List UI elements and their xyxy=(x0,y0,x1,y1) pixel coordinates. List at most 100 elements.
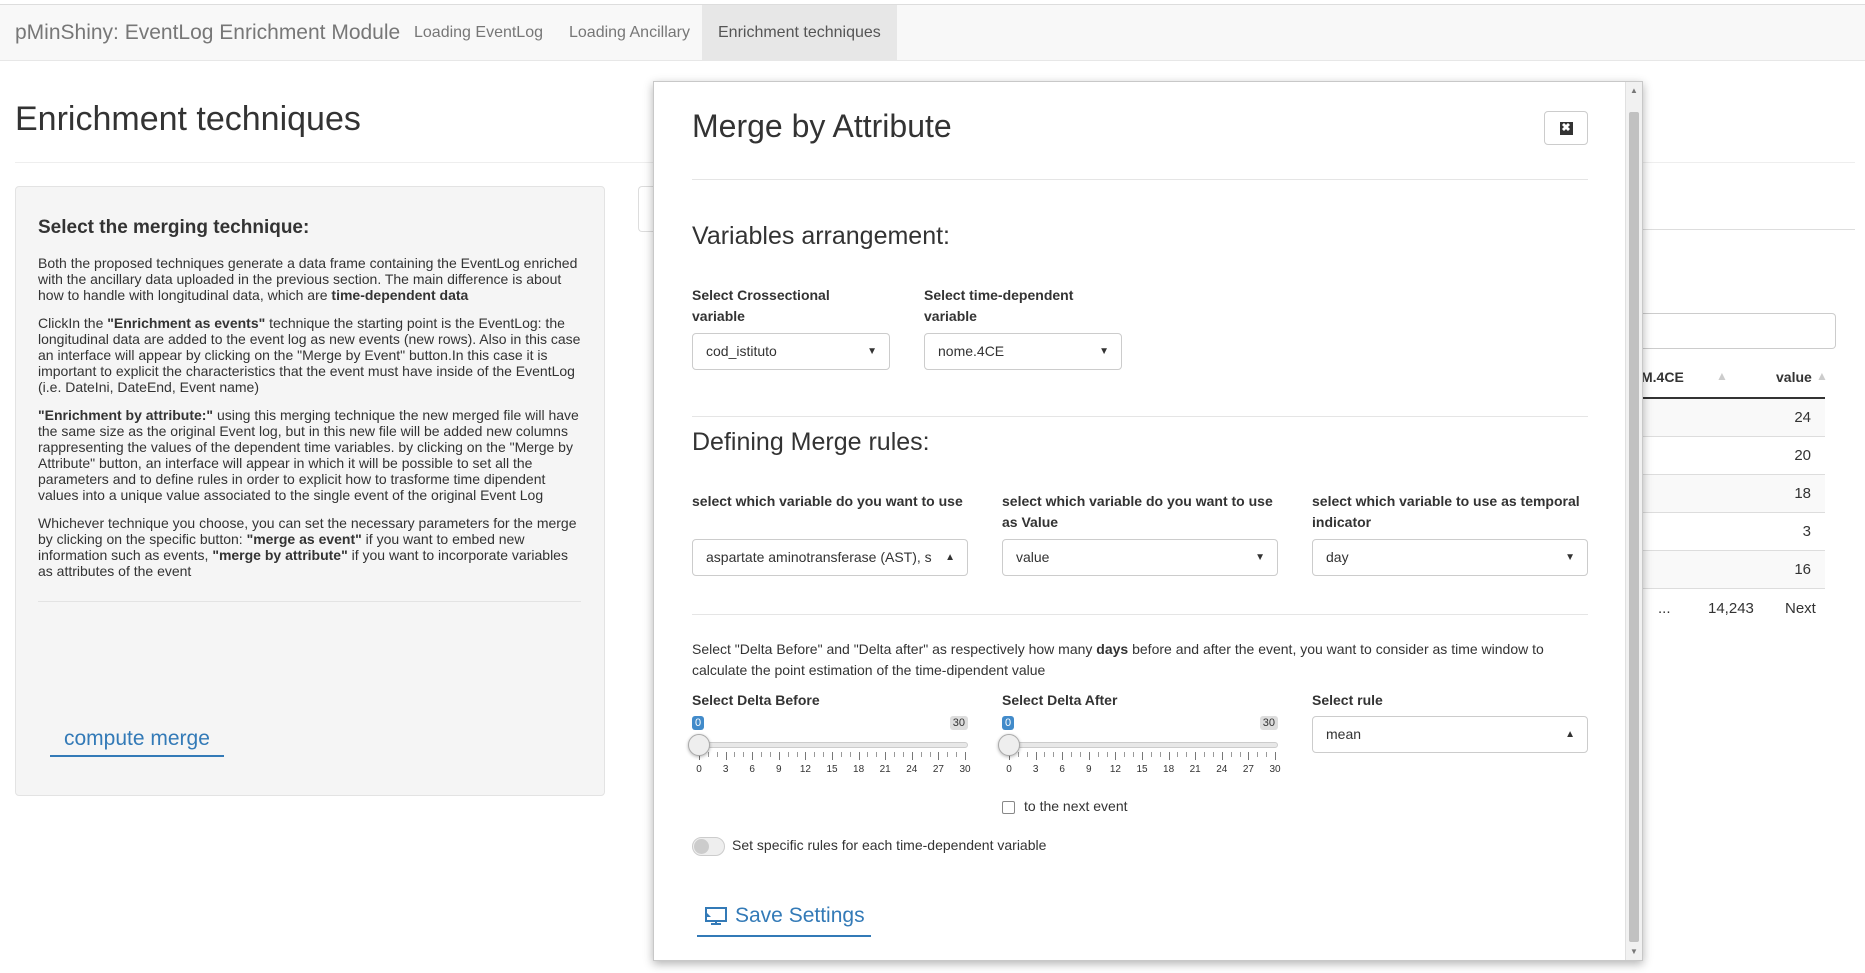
slider-tick xyxy=(1079,752,1081,757)
delta-before-label: Select Delta Before xyxy=(692,692,820,708)
tab-loading-eventlog[interactable]: Loading EventLog xyxy=(398,5,559,61)
slider-tick xyxy=(902,752,904,757)
pager-ellipsis: ... xyxy=(1658,600,1671,617)
variable-use-select[interactable]: aspartate aminotransferase (AST), s xyxy=(692,539,968,576)
slider-tick-label: 0 xyxy=(1006,764,1012,775)
rule-select[interactable]: mean xyxy=(1312,716,1588,753)
slider-tick xyxy=(1053,752,1055,757)
tab-enrichment-techniques[interactable]: Enrichment techniques xyxy=(702,5,897,61)
toggle-knob xyxy=(694,839,709,854)
scroll-up-icon[interactable]: ▲ xyxy=(1630,86,1638,95)
pager-last-page[interactable]: 14,243 xyxy=(1708,600,1754,617)
timedep-value: nome.4CE xyxy=(938,343,1005,359)
crossectional-label: Select Crossectional variable xyxy=(692,287,830,324)
header-nome-4ce[interactable]: M.4CE xyxy=(1641,369,1684,385)
slider-tick-label: 6 xyxy=(749,764,755,775)
slider-tick xyxy=(1230,752,1232,757)
table-row: 3 xyxy=(1640,513,1825,551)
slider-tick xyxy=(1168,752,1170,760)
save-settings-icon xyxy=(705,907,727,925)
timedep-select[interactable]: nome.4CE xyxy=(924,333,1122,370)
main-tabs-divider xyxy=(1640,229,1855,230)
variable-value-value: value xyxy=(1016,549,1050,565)
slider-tick-label: 21 xyxy=(879,764,891,775)
slider-tick xyxy=(867,752,869,757)
delta-help-text: Select "Delta Before" and "Delta after" … xyxy=(692,639,1592,681)
delta-after-slider[interactable]: 0 30 0 3 6 9 12 15 18 21 24 27 30 xyxy=(998,716,1281,776)
slider-ticks xyxy=(699,752,966,760)
compute-merge-button[interactable]: compute merge xyxy=(50,723,224,757)
caret-down-icon xyxy=(1255,540,1265,575)
sidebar-panel: Select the merging technique: Both the p… xyxy=(15,186,605,796)
table-row: 20 xyxy=(1640,437,1825,475)
slider-tick-label: 15 xyxy=(826,764,838,775)
slider-tick xyxy=(1150,752,1152,757)
tab-loading-ancillary[interactable]: Loading Ancillary xyxy=(553,5,706,61)
slider-handle[interactable] xyxy=(998,734,1020,756)
delta-help-unit: days xyxy=(1096,641,1129,657)
slider-tick xyxy=(752,752,754,760)
modal-scrollbar[interactable]: ▲ ▼ xyxy=(1625,82,1642,960)
slider-tick xyxy=(1088,752,1090,760)
slider-ticks xyxy=(1009,752,1276,760)
slider-tick-label: 12 xyxy=(1109,764,1121,775)
slider-track[interactable] xyxy=(1006,742,1278,748)
slider-tick xyxy=(832,752,833,760)
pager-next[interactable]: Next xyxy=(1785,600,1816,617)
slider-tick xyxy=(734,752,736,757)
temporal-indicator-label: select which variable to use as temporal… xyxy=(1312,493,1580,530)
slider-tick-label: 18 xyxy=(1163,764,1175,775)
data-table: M.4CE ▲︎ value ▲︎ 24 20 18 3 16 xyxy=(1640,357,1828,589)
scroll-down-icon[interactable]: ▼ xyxy=(1630,947,1638,956)
slider-tick xyxy=(911,752,913,760)
slider-tick xyxy=(1133,752,1135,757)
table-search-input[interactable] xyxy=(1640,313,1836,349)
slider-tick xyxy=(1266,752,1268,757)
caret-down-icon xyxy=(1099,334,1109,369)
scrollbar-thumb[interactable] xyxy=(1629,112,1639,942)
section-divider xyxy=(692,614,1588,615)
slider-handle[interactable] xyxy=(688,734,710,756)
slider-tick xyxy=(1177,752,1179,757)
slider-tick xyxy=(1212,752,1214,757)
header-value[interactable]: value xyxy=(1776,369,1812,385)
table-pager: ... 14,243 Next xyxy=(1640,600,1825,624)
slider-tick xyxy=(876,752,878,757)
slider-tick xyxy=(938,752,940,760)
sort-icon[interactable]: ▲︎ xyxy=(1716,369,1728,383)
merge-rules-title: Defining Merge rules: xyxy=(692,428,930,456)
crossectional-select[interactable]: cod_istituto xyxy=(692,333,890,370)
specific-rules-toggle[interactable] xyxy=(692,837,725,856)
slider-tick xyxy=(929,752,931,757)
sort-icon[interactable]: ▲︎ xyxy=(1816,369,1828,383)
next-event-checkbox[interactable] xyxy=(1002,801,1015,814)
slider-tick xyxy=(778,752,780,760)
close-button[interactable]: ✖︎ xyxy=(1544,111,1588,145)
temporal-indicator-select[interactable]: day xyxy=(1312,539,1588,576)
slider-tick xyxy=(947,752,949,757)
variable-value-label: select which variable do you want to use… xyxy=(1002,493,1273,530)
slider-tick xyxy=(858,752,860,760)
slider-tick-label: 12 xyxy=(799,764,811,775)
caret-up-icon xyxy=(1565,717,1575,752)
slider-tick xyxy=(1124,752,1126,757)
delta-help-pre: Select "Delta Before" and "Delta after" … xyxy=(692,641,1097,657)
slider-tick xyxy=(920,752,922,757)
slider-tick xyxy=(725,752,727,760)
slider-tick xyxy=(1097,752,1099,757)
slider-track[interactable] xyxy=(696,742,968,748)
slider-max-badge: 30 xyxy=(1259,716,1278,730)
slider-tick xyxy=(1275,752,1276,760)
next-event-label: to the next event xyxy=(1024,798,1128,814)
slider-tick-label: 9 xyxy=(776,764,782,775)
save-settings-button[interactable]: Save Settings xyxy=(697,897,871,937)
app-brand[interactable]: pMinShiny: EventLog Enrichment Module xyxy=(15,5,400,61)
slider-tick xyxy=(1044,752,1046,757)
slider-tick xyxy=(965,752,966,760)
delta-before-slider[interactable]: 0 30 0 3 6 9 12 15 18 21 24 27 30 xyxy=(688,716,971,776)
slider-tick xyxy=(1142,752,1143,760)
variable-value-select[interactable]: value xyxy=(1002,539,1278,576)
slider-tick xyxy=(1248,752,1250,760)
modal-title: Merge by Attribute xyxy=(692,108,952,144)
slider-tick xyxy=(1106,752,1108,757)
